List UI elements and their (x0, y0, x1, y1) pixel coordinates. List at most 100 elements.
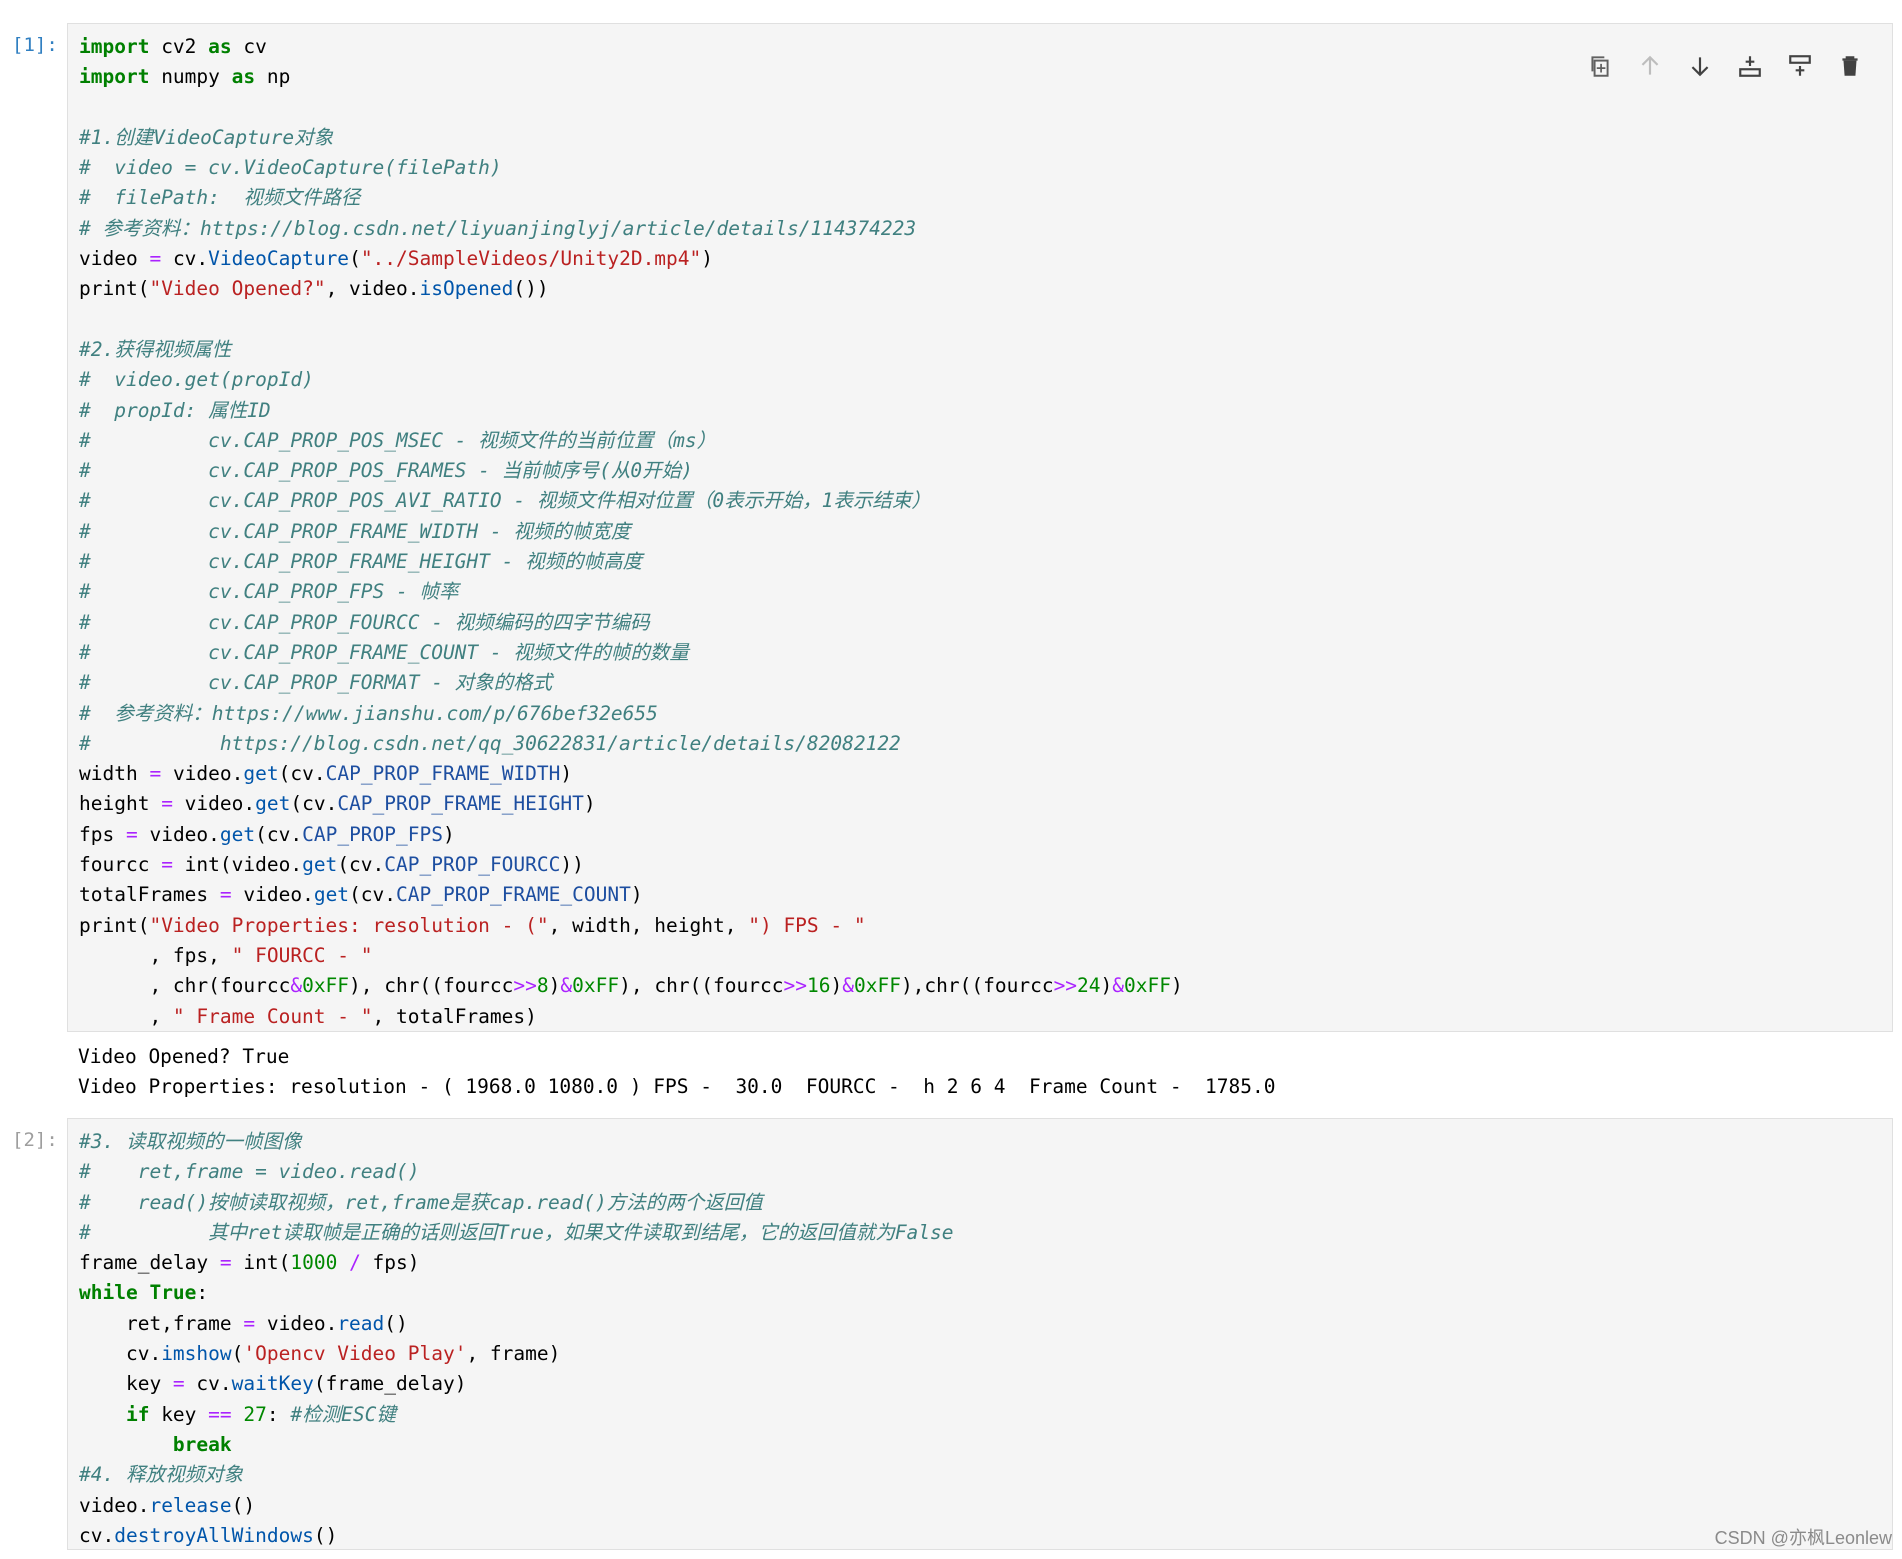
code-token: # cv.CAP_PROP_POS_FRAMES - 当前帧序号(从0开始) (79, 459, 693, 483)
code-token: == (208, 1402, 232, 1426)
code-token: np (255, 65, 291, 89)
code-line: cv.destroyAllWindows() (79, 1521, 1881, 1551)
code-token: VideoCapture (208, 247, 350, 271)
duplicate-icon (1591, 56, 1609, 77)
code-token: if (125, 1402, 150, 1426)
insert-above-button[interactable] (1786, 52, 1814, 80)
code-token: () (313, 1523, 338, 1547)
code-token: video. (79, 1493, 150, 1517)
code-token: ret,frame (79, 1311, 244, 1335)
code-cell-1[interactable]: import cv2 as cv import numpy as np #1.创建… (67, 23, 1893, 1032)
code-token: #3. 读取视频的一帧图像 (79, 1130, 302, 1153)
code-token: fps (79, 822, 126, 846)
code-token: import (79, 65, 150, 89)
code-line: # https://blog.csdn.net/qq_30622831/arti… (79, 729, 1881, 759)
code-token: , video. (325, 277, 420, 301)
code-token: , fps, (79, 943, 232, 967)
code-line: print("Video Properties: resolution - ("… (79, 911, 1881, 941)
code-token: "Video Properties: resolution - (" (149, 913, 549, 937)
code-token: = (219, 883, 232, 907)
code-token: , totalFrames) (372, 1004, 537, 1028)
code-token: & (560, 974, 573, 998)
code-token: & (1112, 974, 1125, 998)
cell-prompt-1: [1]: (12, 34, 58, 56)
code-token: (frame_delay) (313, 1372, 467, 1396)
code-token: = (219, 1251, 232, 1275)
insert-below-icon (1739, 56, 1761, 77)
code-line: video = cv.VideoCapture("../SampleVideos… (79, 244, 1881, 274)
code-line: cv.imshow('Opencv Video Play', frame) (79, 1339, 1881, 1369)
code-token: , (79, 1004, 173, 1028)
code-line: while True: (79, 1278, 1881, 1308)
code-token: fourcc (79, 853, 162, 877)
code-token: = (149, 762, 162, 786)
code-token: cv. (79, 1342, 162, 1366)
code-token: ) (583, 792, 596, 816)
code-token: 8 (536, 974, 549, 998)
code-line: # cv.CAP_PROP_POS_FRAMES - 当前帧序号(从0开始) (79, 456, 1881, 486)
code-token: video. (231, 883, 314, 907)
code-token: : (196, 1281, 209, 1305)
code-line: # ret,frame = video.read() (79, 1157, 1881, 1187)
code-token: () (231, 1493, 256, 1517)
insert-below-button[interactable] (1736, 52, 1764, 80)
cell-toolbar (1586, 52, 1864, 80)
code-token: # ret,frame = video.read() (79, 1160, 420, 1184)
code-token: width (79, 762, 150, 786)
code-token: ) (830, 974, 843, 998)
code-token: video (79, 247, 150, 271)
code-line: # cv.CAP_PROP_POS_MSEC - 视频文件的当前位置（ms） (79, 426, 1881, 456)
cell-prompt-2: [2]: (12, 1129, 58, 1151)
code-token: # cv.CAP_PROP_POS_MSEC - 视频文件的当前位置（ms） (79, 428, 717, 452)
code-line: break (79, 1430, 1881, 1460)
duplicate-cell-button[interactable] (1586, 52, 1614, 80)
code-token: ) (560, 762, 573, 786)
code-token: get (313, 883, 350, 907)
code-token: "../SampleVideos/Unity2D.mp4" (360, 247, 702, 271)
code-token: as (231, 65, 256, 89)
code-editor-2[interactable]: #3. 读取视频的一帧图像 # ret,frame = video.read() #… (68, 1119, 1892, 1559)
code-token: ),chr((fourcc (900, 974, 1054, 998)
code-line: # video.get(propId) (79, 365, 1881, 395)
code-token: CAP_PROP_FPS (302, 822, 443, 846)
code-token: video. (172, 792, 256, 816)
code-token: #4. 释放视频对象 (79, 1463, 243, 1487)
code-token: )) (560, 853, 584, 877)
code-token: 1000 (290, 1251, 338, 1275)
code-line: #2.获得视频属性 (79, 335, 1881, 365)
move-up-button[interactable] (1636, 52, 1664, 80)
code-token: ), chr((fourcc (619, 974, 784, 998)
code-token: # cv.CAP_PROP_FRAME_HEIGHT - 视频的帧高度 (79, 550, 643, 574)
code-line: # cv.CAP_PROP_POS_AVI_RATIO - 视频文件相对位置（0… (79, 486, 1881, 516)
code-line: # cv.CAP_PROP_FORMAT - 对象的格式 (79, 668, 1881, 698)
code-token: # cv.CAP_PROP_FPS - 帧率 (79, 580, 459, 604)
code-cell-2[interactable]: #3. 读取视频的一帧图像 # ret,frame = video.read() #… (67, 1118, 1893, 1550)
code-token: " FOURCC - " (231, 943, 373, 967)
code-line: # cv.CAP_PROP_FOURCC - 视频编码的四字节编码 (79, 608, 1881, 638)
code-token: = (161, 853, 173, 877)
code-line: key = cv.waitKey(frame_delay) (79, 1369, 1881, 1399)
code-token: # cv.CAP_PROP_FOURCC - 视频编码的四字节编码 (79, 610, 650, 634)
code-token: int( (231, 1251, 291, 1275)
code-line: # 参考资料：https://blog.csdn.net/liyuanjingl… (79, 214, 1881, 244)
move-down-button[interactable] (1686, 52, 1714, 80)
code-line: # read()按帧读取视频，ret,frame是获cap.read()方法的两… (79, 1188, 1881, 1218)
code-token: cv (231, 35, 267, 58)
code-line: # cv.CAP_PROP_FPS - 帧率 (79, 577, 1881, 607)
code-token: = (161, 792, 173, 816)
watermark: CSDN @亦枫Leonlew (1714, 1528, 1892, 1548)
code-line: #3. 读取视频的一帧图像 (79, 1127, 1881, 1157)
code-token: isOpened (419, 277, 514, 301)
code-line: if key == 27: #检测ESC键 (79, 1400, 1881, 1430)
delete-cell-button[interactable] (1836, 52, 1864, 80)
output-line: Video Properties: resolution - ( 1968.0 … (78, 1075, 1276, 1099)
code-line: height = video.get(cv.CAP_PROP_FRAME_HEI… (79, 789, 1881, 819)
code-token: ) (548, 974, 561, 998)
code-editor-1[interactable]: import cv2 as cv import numpy as np #1.创建… (68, 24, 1892, 1040)
code-token: numpy (149, 65, 232, 89)
move-down-icon (1691, 57, 1709, 77)
